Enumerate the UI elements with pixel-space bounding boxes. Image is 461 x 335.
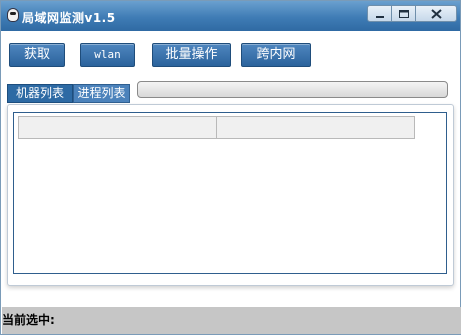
app-window: 局域网监测v1.5 获取 wlan 批量操作 跨内网 机器列表 进程列表 当前选… [0, 0, 461, 335]
column-header[interactable] [216, 116, 415, 139]
fetch-button[interactable]: 获取 [9, 43, 65, 67]
batch-operation-button[interactable]: 批量操作 [152, 43, 231, 67]
window-title: 局域网监测v1.5 [22, 11, 116, 25]
column-header[interactable] [18, 116, 217, 139]
current-selection-label: 当前选中: [2, 313, 55, 327]
maximize-icon [399, 10, 409, 18]
minimize-icon [376, 16, 384, 18]
machine-list-view[interactable] [13, 112, 447, 274]
cross-intranet-button[interactable]: 跨内网 [241, 43, 311, 67]
status-bar: 当前选中: [2, 307, 461, 334]
tab-process-list[interactable]: 进程列表 [73, 84, 130, 103]
tab-machine-list[interactable]: 机器列表 [7, 84, 73, 103]
close-icon [431, 9, 442, 19]
minimize-button[interactable] [367, 5, 392, 22]
title-bar[interactable]: 局域网监测v1.5 [1, 1, 460, 31]
maximize-button[interactable] [391, 5, 416, 22]
close-button[interactable] [415, 5, 457, 22]
progress-bar [137, 81, 448, 98]
penguin-icon [7, 8, 19, 22]
wlan-button[interactable]: wlan [80, 43, 135, 67]
